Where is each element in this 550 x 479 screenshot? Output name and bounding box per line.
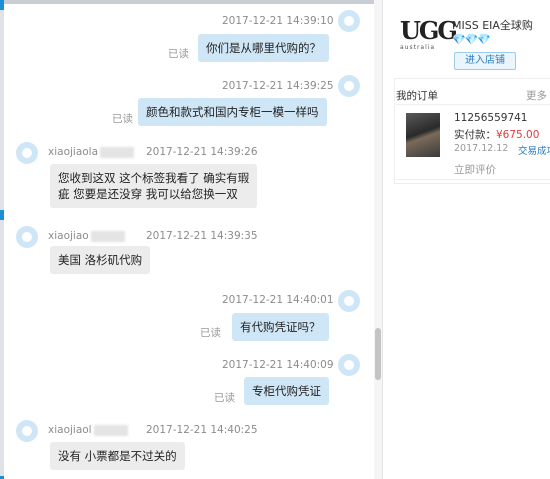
scrollbar-thumb[interactable]	[375, 328, 381, 380]
chat-history: 2017-12-21 14:39:10 已读 你们是从哪里代购的？ 2017-1…	[4, 0, 376, 479]
paid-amount: ¥675.00	[496, 129, 540, 141]
paid-amount-row: 实付款：¥675.00	[454, 127, 539, 142]
sender-name: xiaojiaola	[48, 146, 135, 158]
blurred-name	[90, 230, 125, 242]
order-number: 11256559741	[454, 112, 528, 124]
blurred-name	[93, 424, 128, 436]
orders-more-link[interactable]: 更多	[526, 88, 547, 103]
my-orders-title: 我的订单	[396, 90, 438, 102]
message-bubble-received[interactable]: 美国 洛杉矶代购	[50, 246, 151, 274]
sender-name-text: xiaojiaola	[48, 146, 99, 158]
my-avatar[interactable]	[338, 354, 360, 376]
product-thumbnail[interactable]	[406, 113, 440, 157]
message-timestamp: 2017-12-21 14:40:25	[146, 424, 258, 436]
sender-name: xiaojiao	[48, 230, 125, 242]
contact-avatar[interactable]	[16, 420, 38, 442]
sender-name-text: xiaojiao	[48, 230, 89, 242]
enter-shop-button[interactable]: 进入店铺	[454, 52, 516, 70]
blurred-name	[100, 146, 135, 158]
read-receipt: 已读	[112, 113, 133, 125]
message-bubble-sent[interactable]: 你们是从哪里代购的？	[198, 34, 329, 62]
shop-logo[interactable]: UGG australia	[400, 16, 458, 68]
contact-avatar[interactable]	[16, 226, 38, 248]
message-line: 您收到这双 这个标签我看了 确实有瑕	[58, 171, 250, 185]
sender-name-text: xiaojiaol	[48, 424, 92, 436]
sender-name: xiaojiaol	[48, 424, 128, 436]
message-timestamp: 2017-12-21 14:40:09	[222, 359, 334, 371]
message-bubble-sent[interactable]: 有代购凭证吗？	[232, 313, 329, 341]
shop-name[interactable]: MISS EIA全球购	[452, 17, 533, 33]
message-bubble-received[interactable]: 您收到这双 这个标签我看了 确实有瑕 疵 您要是还没穿 我可以给您换一双	[50, 164, 258, 208]
message-bubble-sent[interactable]: 专柜代购凭证	[244, 377, 329, 405]
my-avatar[interactable]	[338, 10, 360, 32]
shop-sidebar: UGG australia MISS EIA全球购 💎💎💎 进入店铺 我的订单 …	[390, 0, 550, 479]
message-timestamp: 2017-12-21 14:39:10	[222, 15, 334, 27]
shop-logo-text: UGG	[400, 16, 458, 45]
shop-rank-diamond-icon: 💎💎💎	[452, 33, 491, 46]
message-bubble-sent[interactable]: 颜色和款式和国内专柜一模一样吗	[138, 98, 327, 126]
message-timestamp: 2017-12-21 14:39:25	[222, 80, 334, 92]
my-avatar[interactable]	[338, 290, 360, 312]
message-bubble-received[interactable]: 没有 小票都是不过关的	[50, 442, 185, 470]
chat-top-bar	[4, 0, 376, 4]
panel-divider	[382, 0, 383, 479]
message-line: 疵 您要是还没穿 我可以给您换一双	[58, 187, 238, 201]
review-now-link[interactable]: 立即评价	[454, 162, 496, 177]
chat-scrollbar[interactable]	[374, 0, 382, 479]
message-timestamp: 2017-12-21 14:40:01	[222, 294, 334, 306]
shop-logo-subtext: australia	[400, 44, 436, 51]
paid-label: 实付款：	[454, 129, 496, 141]
message-timestamp: 2017-12-21 14:39:35	[146, 230, 258, 242]
my-avatar[interactable]	[338, 75, 360, 97]
order-status: 交易成功	[518, 146, 550, 157]
message-timestamp: 2017-12-21 14:39:26	[146, 146, 258, 158]
read-receipt: 已读	[168, 48, 189, 60]
contact-avatar[interactable]	[16, 142, 38, 164]
read-receipt: 已读	[214, 392, 235, 404]
order-date: 2017.12.12	[454, 143, 509, 154]
read-receipt: 已读	[200, 327, 221, 339]
